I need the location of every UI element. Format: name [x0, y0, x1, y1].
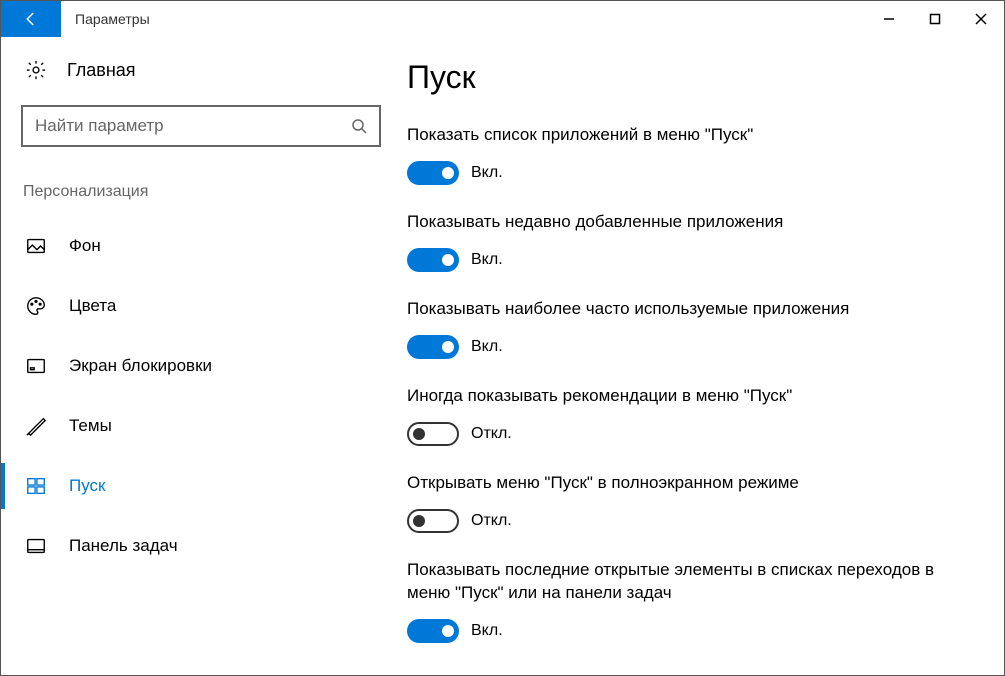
- toggle-switch[interactable]: [407, 422, 459, 446]
- toggle-state: Откл.: [471, 425, 512, 443]
- search-input[interactable]: [35, 116, 351, 136]
- sidebar-item-label: Экран блокировки: [69, 356, 212, 376]
- setting-label: Показывать недавно добавленные приложени…: [407, 211, 974, 234]
- toggle-switch[interactable]: [407, 161, 459, 185]
- toggle-state: Вкл.: [471, 622, 503, 640]
- sidebar-item-lockscreen[interactable]: Экран блокировки: [21, 343, 381, 389]
- setting-row: Иногда показывать рекомендации в меню "П…: [407, 385, 974, 446]
- sidebar-item-home[interactable]: Главная: [21, 59, 381, 81]
- lockscreen-icon: [25, 355, 47, 377]
- sidebar-item-label: Панель задач: [69, 536, 178, 556]
- toggle-state: Вкл.: [471, 164, 503, 182]
- sidebar: Главная Персонализация Фон Цвета Экран б…: [1, 37, 401, 675]
- toggle-switch[interactable]: [407, 248, 459, 272]
- setting-label: Иногда показывать рекомендации в меню "П…: [407, 385, 974, 408]
- setting-row: Показывать недавно добавленные приложени…: [407, 211, 974, 272]
- window-title: Параметры: [61, 1, 866, 37]
- setting-label: Показывать последние открытые элементы в…: [407, 559, 974, 605]
- home-label: Главная: [67, 60, 136, 81]
- sidebar-item-label: Пуск: [69, 476, 105, 496]
- setting-row: Показать список приложений в меню "Пуск"…: [407, 124, 974, 185]
- window-controls: [866, 1, 1004, 37]
- setting-row: Показывать последние открытые элементы в…: [407, 559, 974, 643]
- setting-row: Открывать меню "Пуск" в полноэкранном ре…: [407, 472, 974, 533]
- palette-icon: [25, 295, 47, 317]
- start-icon: [25, 475, 47, 497]
- close-button[interactable]: [958, 1, 1004, 37]
- titlebar: Параметры: [1, 1, 1004, 37]
- toggle-switch[interactable]: [407, 335, 459, 359]
- close-icon: [975, 13, 987, 25]
- back-button[interactable]: [1, 1, 61, 37]
- search-box[interactable]: [21, 105, 381, 147]
- section-title: Персонализация: [21, 183, 381, 201]
- search-icon: [351, 118, 367, 134]
- main-panel: Пуск Показать список приложений в меню "…: [401, 37, 1004, 675]
- setting-row: Показывать наиболее часто используемые п…: [407, 298, 974, 359]
- page-title: Пуск: [407, 59, 974, 96]
- minimize-icon: [883, 13, 895, 25]
- sidebar-item-start[interactable]: Пуск: [1, 463, 381, 509]
- toggle-state: Вкл.: [471, 251, 503, 269]
- maximize-icon: [929, 13, 941, 25]
- taskbar-icon: [25, 535, 47, 557]
- setting-label: Открывать меню "Пуск" в полноэкранном ре…: [407, 472, 974, 495]
- brush-icon: [25, 415, 47, 437]
- maximize-button[interactable]: [912, 1, 958, 37]
- arrow-left-icon: [22, 10, 40, 28]
- sidebar-item-label: Темы: [69, 416, 112, 436]
- toggle-state: Вкл.: [471, 338, 503, 356]
- toggle-switch[interactable]: [407, 619, 459, 643]
- toggle-state: Откл.: [471, 512, 512, 530]
- setting-label: Показывать наиболее часто используемые п…: [407, 298, 974, 321]
- minimize-button[interactable]: [866, 1, 912, 37]
- sidebar-item-label: Фон: [69, 236, 101, 256]
- sidebar-item-label: Цвета: [69, 296, 116, 316]
- sidebar-item-background[interactable]: Фон: [21, 223, 381, 269]
- setting-label: Показать список приложений в меню "Пуск": [407, 124, 974, 147]
- sidebar-item-taskbar[interactable]: Панель задач: [21, 523, 381, 569]
- sidebar-item-colors[interactable]: Цвета: [21, 283, 381, 329]
- toggle-switch[interactable]: [407, 509, 459, 533]
- image-icon: [25, 235, 47, 257]
- gear-icon: [25, 59, 47, 81]
- sidebar-item-themes[interactable]: Темы: [21, 403, 381, 449]
